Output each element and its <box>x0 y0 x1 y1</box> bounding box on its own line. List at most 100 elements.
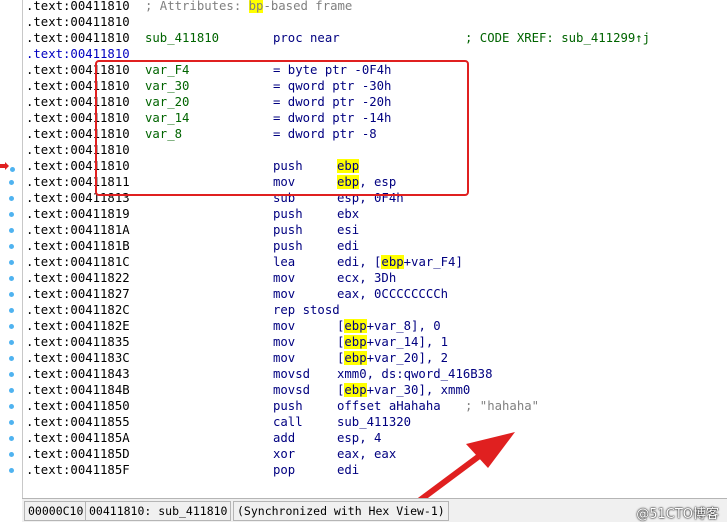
row-operands[interactable]: sub_411320 <box>337 414 411 430</box>
highlighted-register[interactable]: ebp <box>344 335 367 349</box>
disassembly-listing[interactable]: .text:00411810 ; Attributes: bp-based fra… <box>23 0 727 498</box>
listing-row[interactable]: .text:00411810 var_30 = qword ptr -30h <box>23 78 727 94</box>
breakpoint-dot-icon[interactable] <box>9 292 14 297</box>
breakpoint-dot-icon[interactable] <box>9 260 14 265</box>
breakpoint-dot-icon[interactable] <box>9 340 14 345</box>
breakpoint-dot-icon[interactable] <box>9 180 14 185</box>
listing-row[interactable]: .text:00411850 push offset aHahaha ; "hahah… <box>23 398 727 414</box>
listing-row[interactable]: .text:00411810 <box>23 46 727 62</box>
row-operands[interactable]: eax, 0CCCCCCCCh <box>337 286 448 302</box>
listing-row[interactable]: .text:0041185D xor eax, eax <box>23 446 727 462</box>
breakpoint-dot-icon[interactable] <box>9 244 14 249</box>
listing-row[interactable]: .text:0041181A push esi <box>23 222 727 238</box>
listing-row[interactable]: .text:00411810 sub_411810 proc near ; CODE … <box>23 30 727 46</box>
current-instruction-arrow-icon <box>0 162 9 170</box>
listing-row[interactable]: .text:00411811 mov ebp, esp <box>23 174 727 190</box>
row-operands[interactable]: offset aHahaha <box>337 398 441 414</box>
listing-row[interactable]: .text:00411827 mov eax, 0CCCCCCCCh <box>23 286 727 302</box>
listing-row[interactable]: .text:00411810 <box>23 142 727 158</box>
row-label[interactable]: var_30 <box>145 78 189 94</box>
listing-row[interactable]: .text:00411810 push ebp <box>23 158 727 174</box>
listing-row[interactable]: .text:00411835 mov [ebp+var_14], 1 <box>23 334 727 350</box>
listing-row[interactable]: .text:0041183C mov [ebp+var_20], 2 <box>23 350 727 366</box>
operand-text: +var_F4] <box>403 255 463 269</box>
row-label[interactable]: var_8 <box>145 126 182 142</box>
breakpoint-dot-icon[interactable] <box>9 452 14 457</box>
breakpoint-dot-icon[interactable] <box>9 388 14 393</box>
breakpoint-dot-icon[interactable] <box>9 228 14 233</box>
row-address: .text:0041185F <box>26 463 130 477</box>
row-operands[interactable]: xmm0, ds:qword_416B38 <box>337 366 492 382</box>
listing-row[interactable]: .text:00411819 push ebx <box>23 206 727 222</box>
breakpoint-dot-icon[interactable] <box>10 167 15 172</box>
highlighted-register[interactable]: ebp <box>381 255 404 269</box>
row-operands[interactable]: [ebp+var_14], 1 <box>337 334 448 350</box>
breakpoint-dot-icon[interactable] <box>9 436 14 441</box>
operand-text: edi <box>337 239 360 253</box>
row-operands[interactable]: eax, eax <box>337 446 396 462</box>
breakpoint-dot-icon[interactable] <box>9 420 14 425</box>
code-xref-comment[interactable]: ; CODE XREF: sub_411299↑j <box>465 30 650 46</box>
listing-row[interactable]: .text:00411810 var_20 = dword ptr -20h <box>23 94 727 110</box>
operand-text: eax, eax <box>337 447 397 461</box>
row-label[interactable]: var_20 <box>145 94 189 110</box>
highlighted-register[interactable]: ebp <box>344 319 367 333</box>
row-operands[interactable]: ebx <box>337 206 359 222</box>
breakpoint-dot-icon[interactable] <box>9 324 14 329</box>
row-mnemonic: = byte ptr -0F4h <box>273 63 392 77</box>
row-operands[interactable]: ebp <box>337 158 360 174</box>
listing-row[interactable]: .text:00411810 var_8 = dword ptr -8 <box>23 126 727 142</box>
row-label[interactable]: var_F4 <box>145 62 189 78</box>
listing-row[interactable]: .text:00411810 var_F4 = byte ptr -0F4h <box>23 62 727 78</box>
breakpoint-dot-icon[interactable] <box>9 356 14 361</box>
row-mnemonic: = dword ptr -14h <box>273 111 392 125</box>
row-operands[interactable]: esi <box>337 222 359 238</box>
highlighted-register[interactable]: ebp <box>344 383 367 397</box>
listing-row[interactable]: .text:0041185A add esp, 4 <box>23 430 727 446</box>
breakpoint-dot-icon[interactable] <box>9 468 14 473</box>
highlighted-register[interactable]: ebp <box>337 159 360 173</box>
row-operands[interactable]: ebp, esp <box>337 174 396 190</box>
listing-row[interactable]: .text:00411822 mov ecx, 3Dh <box>23 270 727 286</box>
listing-row[interactable]: .text:0041184B movsd [ebp+var_30], xmm0 <box>23 382 727 398</box>
listing-row[interactable]: .text:00411810 ; Attributes: bp-based fra… <box>23 0 727 14</box>
operand-text: eax, 0CCCCCCCCh <box>337 287 449 301</box>
listing-row[interactable]: .text:00411843 movsd xmm0, ds:qword_416B38 <box>23 366 727 382</box>
row-operands[interactable]: edi <box>337 462 359 478</box>
breakpoint-dot-icon[interactable] <box>9 372 14 377</box>
row-operands[interactable]: ecx, 3Dh <box>337 270 396 286</box>
listing-row[interactable]: .text:0041181B push edi <box>23 238 727 254</box>
listing-row[interactable]: .text:00411855 call sub_411320 <box>23 414 727 430</box>
row-address: .text:00411810 <box>26 0 130 13</box>
breakpoint-dot-icon[interactable] <box>9 212 14 217</box>
listing-row[interactable]: .text:00411813 sub esp, 0F4h <box>23 190 727 206</box>
row-operands[interactable]: [ebp+var_30], xmm0 <box>337 382 470 398</box>
status-location: 00411810: sub_411810 <box>85 501 232 521</box>
breakpoint-dot-icon[interactable] <box>9 276 14 281</box>
row-address: .text:00411822 <box>26 271 130 285</box>
row-mnemonic: call <box>273 415 303 429</box>
listing-row[interactable]: .text:00411810 <box>23 14 727 30</box>
highlighted-register[interactable]: ebp <box>344 351 367 365</box>
row-label[interactable]: var_14 <box>145 110 189 126</box>
listing-row[interactable]: .text:0041182E mov [ebp+var_8], 0 <box>23 318 727 334</box>
status-offset: 00000C10 <box>24 501 88 521</box>
listing-row[interactable]: .text:0041181C lea edi, [ebp+var_F4] <box>23 254 727 270</box>
row-operands[interactable]: edi, [ebp+var_F4] <box>337 254 463 270</box>
row-operands[interactable]: [ebp+var_20], 2 <box>337 350 448 366</box>
row-label[interactable]: sub_411810 <box>145 30 219 46</box>
breakpoint-gutter[interactable] <box>0 0 22 498</box>
row-address: .text:00411835 <box>26 335 130 349</box>
breakpoint-dot-icon[interactable] <box>9 308 14 313</box>
row-operands[interactable]: edi <box>337 238 359 254</box>
highlighted-register[interactable]: ebp <box>337 175 360 189</box>
row-operands[interactable]: esp, 4 <box>337 430 381 446</box>
row-mnemonic: lea <box>273 255 296 269</box>
row-operands[interactable]: [ebp+var_8], 0 <box>337 318 441 334</box>
listing-row[interactable]: .text:0041185F pop edi <box>23 462 727 478</box>
listing-row[interactable]: .text:0041182C rep stosd <box>23 302 727 318</box>
listing-row[interactable]: .text:00411810 var_14 = dword ptr -14h <box>23 110 727 126</box>
breakpoint-dot-icon[interactable] <box>9 196 14 201</box>
row-operands[interactable]: esp, 0F4h <box>337 190 404 206</box>
breakpoint-dot-icon[interactable] <box>9 404 14 409</box>
